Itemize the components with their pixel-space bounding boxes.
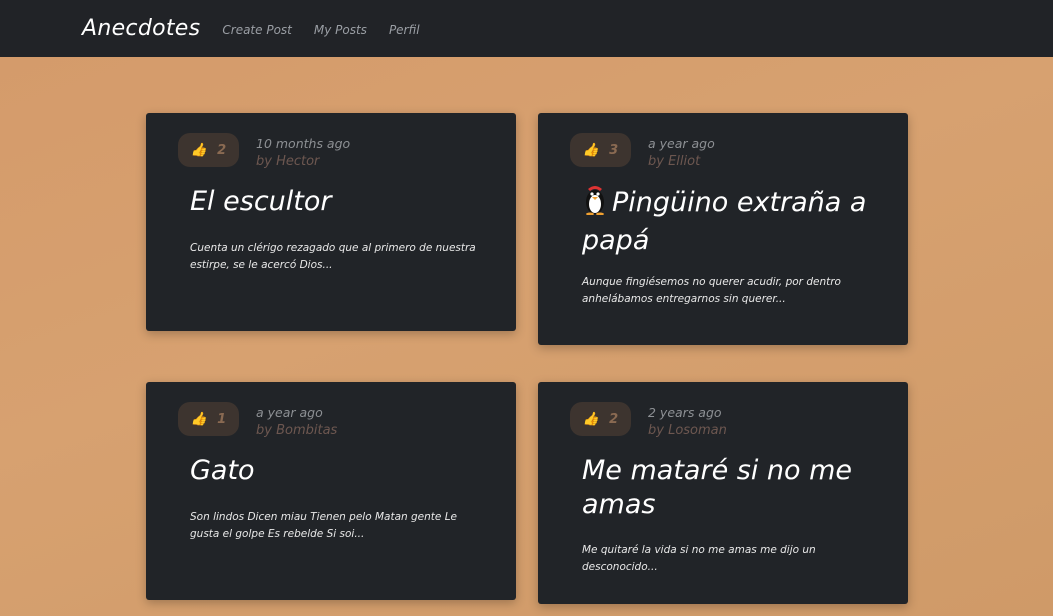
post-header: 👍 1 a year ago by Bombitas [178,402,337,440]
post-title[interactable]: Gato [190,454,490,488]
post-time: a year ago [648,136,715,151]
post-meta: a year ago by Elliot [648,135,715,171]
post-excerpt: Me quitaré la vida si no me amas me dijo… [582,544,816,573]
post-meta: 2 years ago by Losoman [648,404,727,440]
like-count: 2 [609,411,619,427]
top-navbar: Anecdotes Create Post My Posts Perfil [0,0,1053,57]
post-excerpt: Cuenta un clérigo rezagado que al primer… [190,242,476,271]
nav-create-post[interactable]: Create Post [222,23,292,37]
thumbs-up-icon: 👍 [190,142,208,158]
post-title[interactable]: Pingüino extraña a papá [582,185,882,258]
post-title-text: Pingüino extraña a papá [582,187,867,256]
thumbs-up-icon: 👍 [582,411,600,427]
like-button[interactable]: 👍 3 [570,133,631,167]
penguin-emoji-icon [582,185,612,224]
like-button[interactable]: 👍 2 [178,133,239,167]
post-author[interactable]: by Bombitas [256,422,337,440]
thumbs-up-icon: 👍 [582,142,600,158]
post-time: 2 years ago [648,405,722,420]
post-meta: 10 months ago by Hector [256,135,350,171]
post-time: a year ago [256,405,323,420]
nav-my-posts[interactable]: My Posts [314,23,367,37]
thumbs-up-icon: 👍 [190,411,208,427]
like-count: 1 [217,411,227,427]
post-excerpt: Aunque fingiésemos no querer acudir, por… [582,276,841,305]
post-title[interactable]: Me mataré si no me amas [582,454,882,522]
brand-link[interactable]: Anecdotes [82,16,200,41]
post-card[interactable]: 👍 2 10 months ago by Hector El escultor … [146,113,516,331]
post-excerpt: Son lindos Dicen miau Tienen pelo Matan … [190,511,458,540]
nav-perfil[interactable]: Perfil [389,23,420,37]
like-count: 3 [609,142,619,158]
post-author[interactable]: by Hector [256,153,350,171]
post-author[interactable]: by Losoman [648,422,727,440]
post-meta: a year ago by Bombitas [256,404,337,440]
post-time: 10 months ago [256,136,351,151]
post-card[interactable]: 👍 1 a year ago by Bombitas Gato Son lind… [146,382,516,600]
post-header: 👍 2 2 years ago by Losoman [570,402,727,440]
like-button[interactable]: 👍 2 [570,402,631,436]
like-button[interactable]: 👍 1 [178,402,239,436]
post-header: 👍 2 10 months ago by Hector [178,133,350,171]
like-count: 2 [217,142,227,158]
post-card[interactable]: 👍 3 a year ago by Elliot Pingüino extrañ… [538,113,908,345]
post-author[interactable]: by Elliot [648,153,715,171]
post-title[interactable]: El escultor [190,185,490,219]
post-card[interactable]: 👍 2 2 years ago by Losoman Me mataré si … [538,382,908,604]
post-header: 👍 3 a year ago by Elliot [570,133,715,171]
